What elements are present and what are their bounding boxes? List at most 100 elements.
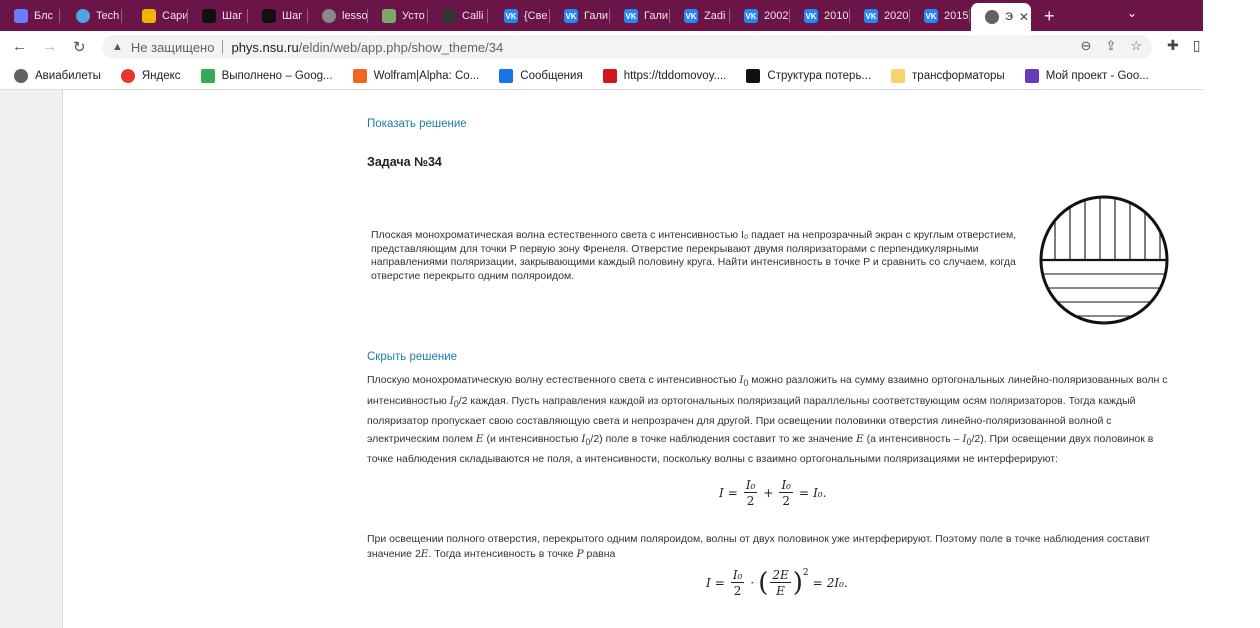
show-solution-link[interactable]: Показать решение [367,118,467,130]
vk-icon: VK [504,9,518,23]
tab-title: 2010 [824,10,849,22]
bookmark-label: Выполнено – Goog... [221,69,333,82]
tab-title: Calli [462,10,484,22]
black-diamond-icon [202,9,216,23]
solution-text-2: При освещении полного отверстия, перекры… [367,533,1151,560]
tab-title: Блс [34,10,54,22]
forward-arrow-icon[interactable]: → [42,38,57,55]
globe-icon [322,9,336,23]
zoom-icon[interactable]: ⊖ [1081,38,1092,54]
vk-icon: VK [624,9,638,23]
bookmark-star-icon[interactable]: ☆ [1130,38,1142,54]
bookmark-item[interactable]: Выполнено – Goog... [200,68,333,83]
warning-triangle-icon[interactable]: ▲ [112,41,123,53]
formula2-exponent: 2 [802,568,809,578]
browser-tab[interactable]: VK 2020 [850,3,910,29]
tab-title: 2015 [944,10,969,22]
browser-tab[interactable]: VK Гали [550,3,610,29]
tab-search-chevron-icon[interactable]: ⌄ [1127,6,1137,20]
leaf-icon [382,9,396,23]
formula2-den1: 2 [733,584,742,598]
not-secure-label: Не защищено [130,39,215,55]
browser-tab[interactable]: Шаг [248,3,308,29]
messages-icon [499,68,514,83]
browser-tab[interactable]: Calli [428,3,488,29]
bookmark-label: трансформаторы [912,69,1005,82]
bookmark-label: Wolfram|Alpha: Co... [373,69,480,82]
vk-icon: VK [564,9,578,23]
browser-tab[interactable]: Сари [128,3,188,29]
formula2-den2: E [776,584,785,598]
tab-title: Гали [644,10,669,22]
bookmark-item[interactable]: Wolfram|Alpha: Co... [352,68,480,83]
tab-close-icon[interactable]: ✕ [1019,10,1029,24]
bookmark-label: https://tddomovoy.... [623,69,727,82]
tab-strip: Блс Tech Сари Шаг Шаг lesso Усто Calli VK {Све VK Г… [0,0,1203,31]
tab-title: Усто [402,10,425,22]
hide-solution-link[interactable]: Скрыть решение [367,351,457,363]
browser-tab[interactable]: VK Zadi [670,3,730,29]
browser-tab[interactable]: VK {Све [490,3,550,29]
formula1-num2: I₀ [779,478,793,493]
browser-tab[interactable]: VK Гали [610,3,670,29]
browser-toolbar: ← → ↻ ▲ Не защищено phys.nsu.ru/eldin/we… [0,31,1203,62]
formula1-lhs: I [719,486,724,500]
reload-icon[interactable]: ↻ [73,38,86,56]
tab-separator [969,9,970,23]
browser-tab[interactable]: VK 2002 [730,3,790,29]
bookmark-item[interactable]: трансформаторы [891,68,1005,83]
share-icon[interactable]: ⇪ [1105,38,1116,54]
formula2-num2: 2E [770,568,791,583]
browser-tab[interactable]: VK 2010 [790,3,850,29]
bookmark-item[interactable]: https://tddomovoy.... [602,68,727,83]
formula-sum-intensities: I = I₀ 2 + I₀ 2 = I₀. [719,478,827,508]
bookmark-item[interactable]: Авиабилеты [14,68,101,83]
wolfram-icon [352,68,367,83]
globe-icon [14,68,28,83]
address-bar[interactable]: ▲ Не защищено phys.nsu.ru/eldin/web/app.… [102,35,1152,59]
bookmark-label: Структура потерь... [767,69,872,82]
bookmark-item[interactable]: Мой проект - Goo... [1024,68,1149,83]
tab-separator [59,9,60,23]
browser-tab[interactable]: Э ✕ [971,3,1031,31]
side-panel-icon[interactable]: ▯ [1193,37,1201,54]
formula-single-polaroid: I = I₀ 2 · ( 2E E ) 2 = 2I₀. [706,568,848,598]
formula1-den2: 2 [782,494,791,508]
browser-tab[interactable]: lesso [308,3,368,29]
browser-tab[interactable]: Блс [0,3,60,29]
vk-icon: VK [864,9,878,23]
browser-tab[interactable]: Tech [62,3,122,29]
yellow-app-icon [142,9,156,23]
browser-tab[interactable]: Усто [368,3,428,29]
yandex-icon [120,68,135,83]
new-tab-button[interactable]: + [1044,6,1055,27]
triangle-logo-icon [14,9,28,23]
browser-tab[interactable]: Шаг [188,3,248,29]
solution-text: Плоскую монохроматическую волну естестве… [367,374,1168,466]
tab-title: Zadi [704,10,726,22]
vk-icon: VK [804,9,818,23]
folder-icon [891,68,906,83]
vk-icon: VK [924,9,938,23]
globe-icon [985,10,999,24]
problem-text: Плоская монохроматическая волна естестве… [371,229,1017,283]
back-arrow-icon[interactable]: ← [12,38,27,55]
bookmark-label: Сообщения [520,69,583,82]
bookmark-item[interactable]: Структура потерь... [746,68,872,83]
omnibox-divider [222,40,224,54]
dark-circle-icon [442,9,456,23]
polarizer-circle-diagram [1039,195,1169,325]
globe-blue-icon [76,9,90,23]
extensions-puzzle-icon[interactable]: ✚ [1167,37,1179,54]
tab-title: Сари [162,10,188,22]
browser-tab[interactable]: VK 2015 [910,3,970,29]
bookmarks-bar: Авиабилеты Яндекс Выполнено – Goog... Wolfr… [0,62,1203,90]
formula2-lhs: I [706,576,711,590]
tab-title: 2002 [764,10,789,22]
bookmark-item[interactable]: Сообщения [499,68,583,83]
task-title: Задача №34 [367,155,442,169]
tab-title: Шаг [282,10,303,22]
bookmark-item[interactable]: Яндекс [120,68,181,83]
bookmark-label: Мой проект - Goo... [1045,69,1149,82]
forms-icon [1024,68,1039,83]
